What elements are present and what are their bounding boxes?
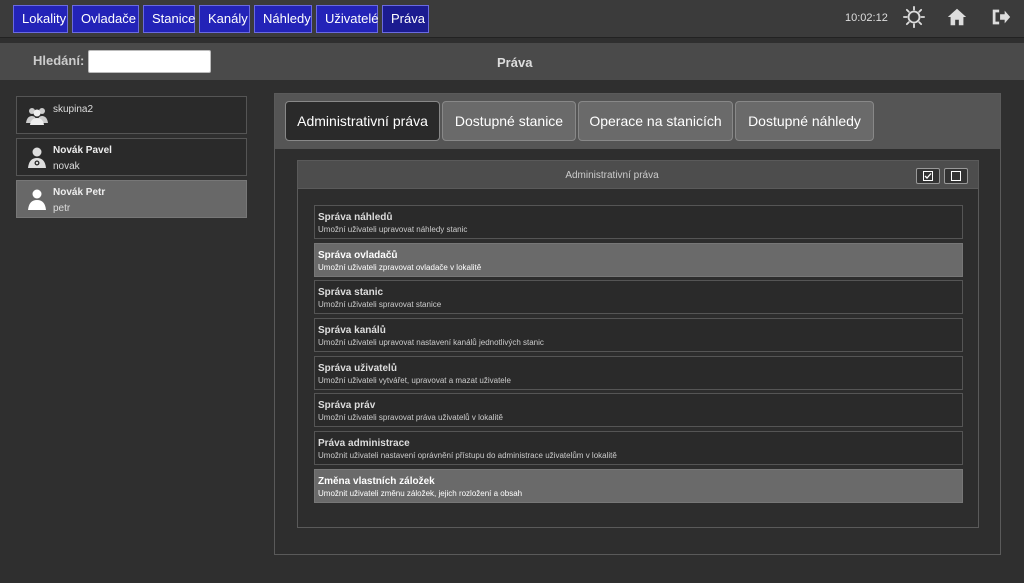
page-title: Práva: [497, 55, 533, 70]
right-description: Umožní uživateli vytvářet, upravovat a m…: [318, 375, 511, 385]
right-item[interactable]: Správa uživatelů Umožní uživateli vytvář…: [314, 355, 963, 390]
user-item-novak-pavel[interactable]: Novák Pavel novak: [16, 138, 247, 176]
right-description: Umožní uživateli zpravovat ovladače v lo…: [318, 262, 482, 272]
right-description: Umožní uživateli upravovat nastavení kan…: [318, 338, 544, 348]
right-item[interactable]: Správa kanálů Umožní uživateli upravovat…: [314, 318, 963, 353]
user-item-group[interactable]: skupina2: [16, 96, 247, 134]
clock: 10:02:12: [845, 12, 888, 24]
right-description: Umožní uživateli spravovat stanice: [318, 300, 442, 310]
right-name: Správa uživatelů: [318, 362, 397, 374]
right-name: Správa náhledů: [318, 212, 393, 223]
main-nav: Lokality Ovladače Stanice Kanály Náhledy…: [13, 5, 429, 33]
right-item[interactable]: Správa ovladačů Umožní uživateli zpravov…: [314, 242, 963, 277]
rights-section: Administrativní práva Správa náhledů Umo…: [297, 160, 979, 528]
admin-user-icon: [25, 145, 49, 169]
right-name: Správa ovladačů: [318, 249, 398, 261]
right-name: Změna vlastních záložek: [318, 475, 435, 487]
rights-panel: Administrativní práva Dostupné stanice O…: [274, 93, 1001, 555]
search-input[interactable]: [88, 50, 211, 73]
tab-operace-na-stanicich[interactable]: Operace na stanicích: [578, 101, 733, 141]
user-name: Novák Petr: [53, 187, 106, 198]
uncheck-all-button[interactable]: [944, 168, 968, 184]
group-icon: [25, 103, 49, 127]
user-list: skupina2 Novák Pavel novak Novák Petr pe…: [16, 96, 247, 222]
right-item[interactable]: Práva administrace Umožnit uživateli nas…: [314, 431, 963, 466]
section-title: Administrativní práva: [565, 170, 659, 181]
user-login: novak: [53, 161, 80, 172]
right-description: Umožnit uživateli nastavení oprávnění př…: [318, 451, 617, 461]
right-description: Umožní uživateli spravovat práva uživate…: [318, 413, 503, 423]
nav-nahledy[interactable]: Náhledy: [254, 5, 312, 33]
right-item[interactable]: Změna vlastních záložek Umožnit uživatel…: [314, 468, 963, 503]
right-name: Správa práv: [318, 400, 376, 412]
right-name: Správa stanic: [318, 287, 384, 299]
right-item[interactable]: Správa stanic Umožní uživateli spravovat…: [314, 280, 963, 315]
nav-stanice[interactable]: Stanice: [143, 5, 195, 33]
nav-uzivatele[interactable]: Uživatelé: [316, 5, 378, 33]
user-name: Novák Pavel: [53, 145, 112, 156]
right-description: Umožní uživateli upravovat náhledy stani…: [318, 225, 468, 234]
tab-dostupne-stanice[interactable]: Dostupné stanice: [442, 101, 576, 141]
right-description: Umožnit uživateli změnu záložek, jejich …: [318, 488, 523, 498]
logout-icon[interactable]: [990, 6, 1012, 28]
section-header: Administrativní práva: [298, 161, 978, 189]
right-item[interactable]: Správa náhledů Umožní uživateli upravova…: [314, 205, 963, 239]
right-item[interactable]: Správa práv Umožní uživateli spravovat p…: [314, 393, 963, 428]
check-all-icon: [923, 171, 933, 181]
check-all-button[interactable]: [916, 168, 940, 184]
nav-lokality[interactable]: Lokality: [13, 5, 68, 33]
uncheck-all-icon: [951, 171, 961, 181]
nav-ovladace[interactable]: Ovladače: [72, 5, 139, 33]
search-label: Hledání:: [33, 53, 85, 68]
user-login: petr: [53, 203, 71, 214]
home-icon[interactable]: [946, 6, 968, 28]
user-item-novak-petr[interactable]: Novák Petr petr: [16, 180, 247, 218]
right-name: Práva administrace: [318, 438, 410, 450]
rights-list: Správa náhledů Umožní uživateli upravova…: [314, 205, 963, 507]
right-name: Správa kanálů: [318, 325, 386, 337]
tab-administrativni-prava[interactable]: Administrativní práva: [285, 101, 440, 141]
nav-kanaly[interactable]: Kanály: [199, 5, 250, 33]
tab-dostupne-nahledy[interactable]: Dostupné náhledy: [735, 101, 874, 141]
sub-header: Hledání: Práva: [0, 43, 1024, 80]
nav-prava[interactable]: Práva: [382, 5, 429, 33]
top-bar: Lokality Ovladače Stanice Kanály Náhledy…: [0, 0, 1024, 38]
tab-bar: Administrativní práva Dostupné stanice O…: [275, 94, 1000, 149]
user-name: skupina2: [53, 104, 94, 115]
settings-icon[interactable]: [903, 6, 925, 28]
user-icon: [25, 187, 49, 211]
